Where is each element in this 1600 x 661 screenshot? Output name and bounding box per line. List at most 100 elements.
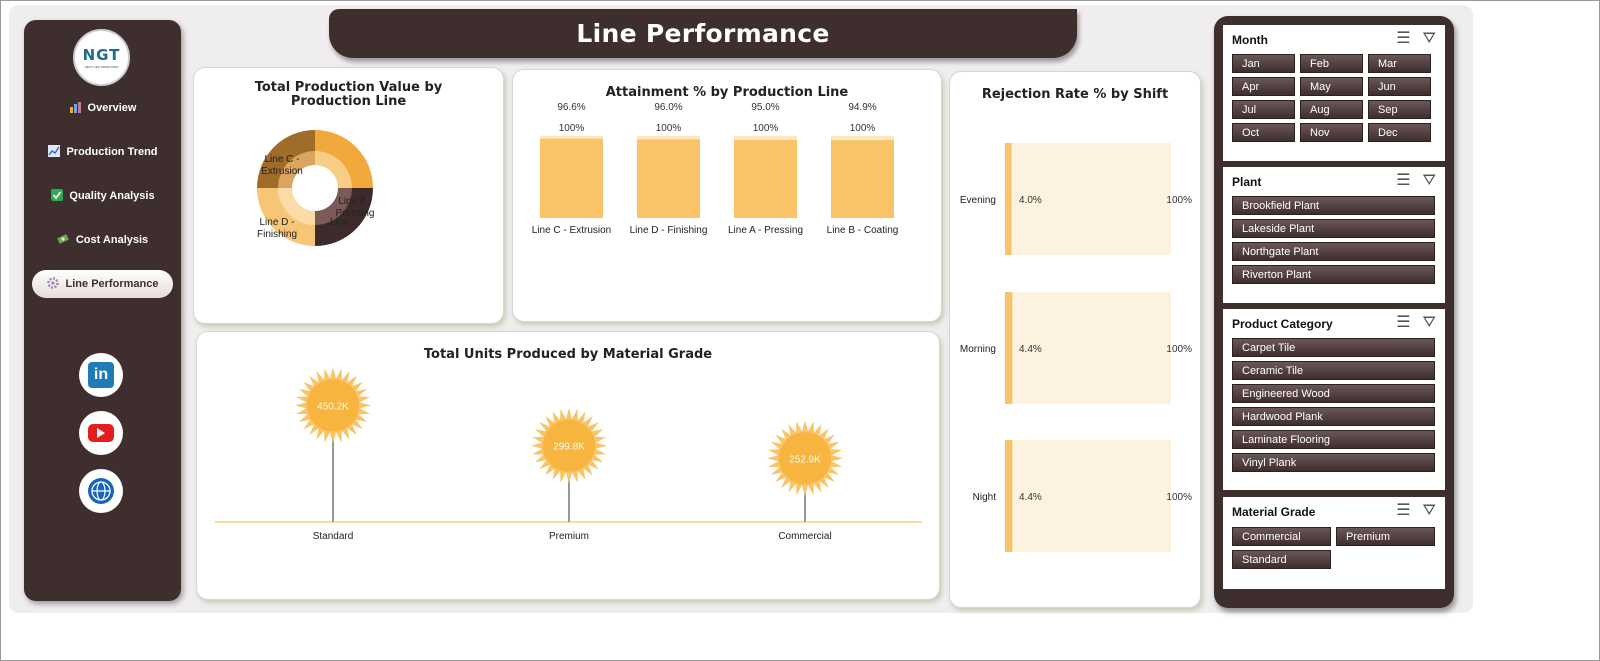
target-value-label: 100% bbox=[753, 123, 779, 134]
slicer-chip[interactable]: Commercial bbox=[1232, 527, 1331, 546]
attainment-value-label: 95.0% bbox=[751, 102, 779, 113]
attainment-bar bbox=[831, 140, 894, 218]
attainment-value-label: 96.0% bbox=[654, 102, 682, 113]
clear-filter-icon[interactable]: ⛛ bbox=[1423, 31, 1436, 47]
slicer-chip[interactable]: Standard bbox=[1232, 550, 1331, 569]
sidebar: NGT NEXT GEN TEMPLATES Overview Producti… bbox=[24, 20, 181, 601]
material-tick-label: Commercial bbox=[778, 531, 831, 542]
youtube-icon bbox=[88, 424, 114, 442]
bar-chart-icon bbox=[69, 101, 82, 116]
rejection-value-label: 4.4% bbox=[1019, 492, 1042, 503]
donut-label: Line D -Finishing bbox=[257, 217, 297, 240]
slicer-chip[interactable]: Jun bbox=[1368, 77, 1431, 96]
slicer-chip[interactable]: Brookfield Plant bbox=[1232, 196, 1435, 215]
attainment-bar bbox=[540, 138, 603, 218]
slicer-month: Month ☰ ⛛ Jan Feb Mar Apr May Jun Jul Aug Sep Oct N… bbox=[1223, 25, 1445, 161]
shift-tick-label: Night bbox=[973, 492, 997, 503]
units-value-label: 299.8K bbox=[553, 442, 585, 453]
attainment-card: Attainment % by Production Line 96.6% 100… bbox=[512, 69, 942, 322]
target-value-label: 100% bbox=[656, 123, 682, 134]
logo-subtext: NEXT GEN TEMPLATES bbox=[84, 65, 119, 69]
slicer-chip[interactable]: Nov bbox=[1300, 123, 1363, 142]
rejection-bar bbox=[1005, 292, 1013, 404]
donut-chart: Line A -PressingLine ... Line D -Finishin… bbox=[257, 130, 375, 246]
globe-icon bbox=[88, 478, 114, 504]
nav-item-production-trend[interactable]: Production Trend bbox=[32, 138, 173, 166]
logo: NGT NEXT GEN TEMPLATES bbox=[73, 29, 130, 86]
category-tick-label: Line B - Coating bbox=[827, 225, 899, 236]
attainment-value-label: 96.6% bbox=[557, 102, 585, 113]
nav-label: Overview bbox=[87, 102, 137, 114]
slicer-chip[interactable]: Hardwood Plank bbox=[1232, 407, 1435, 426]
target-value-label: 100% bbox=[1166, 344, 1192, 355]
linkedin-button[interactable]: in bbox=[79, 353, 123, 397]
youtube-button[interactable] bbox=[79, 411, 123, 455]
slicer-product-category: Product Category ☰ ⛛ Carpet Tile Ceramic T… bbox=[1223, 309, 1445, 490]
rejection-card: Rejection Rate % by Shift Evening 4.0% 100… bbox=[949, 71, 1201, 608]
donut-label: Line A -Pressing bbox=[336, 196, 375, 219]
slicer-chip[interactable]: Carpet Tile bbox=[1232, 338, 1435, 357]
multi-select-icon[interactable]: ☰ bbox=[1396, 31, 1410, 47]
attainment-bar bbox=[734, 140, 797, 218]
clear-filter-icon[interactable]: ⛛ bbox=[1423, 503, 1436, 519]
slicer-chip[interactable]: Engineered Wood bbox=[1232, 384, 1435, 403]
logo-text: NGT bbox=[82, 46, 121, 64]
units-value-label: 252.9K bbox=[789, 454, 821, 465]
nav-item-line-performance[interactable]: Line Performance bbox=[32, 270, 173, 298]
slicer-chip[interactable]: May bbox=[1300, 77, 1363, 96]
nav-label: Cost Analysis bbox=[75, 234, 149, 246]
rejection-chart: Evening 4.0% 100% Morning 4.4% 100% Night 4.4% 1… bbox=[960, 143, 1192, 552]
slicer-chip[interactable]: Vinyl Plank bbox=[1232, 453, 1435, 472]
clear-filter-icon[interactable]: ⛛ bbox=[1423, 173, 1436, 189]
linkedin-icon: in bbox=[88, 362, 114, 388]
slicer-chip[interactable]: Premium bbox=[1336, 527, 1435, 546]
slicer-chip[interactable]: Apr bbox=[1232, 77, 1295, 96]
slicer-chip[interactable]: Northgate Plant bbox=[1232, 242, 1435, 261]
slicer-chip[interactable]: Mar bbox=[1368, 54, 1431, 73]
target-value-label: 100% bbox=[1166, 195, 1192, 206]
slicer-chip[interactable]: Oct bbox=[1232, 123, 1295, 142]
checkmark-icon bbox=[50, 188, 63, 204]
slicer-material-grade: Material Grade ☰ ⛛ Commercial Premium Stand… bbox=[1223, 497, 1445, 589]
nav-label: Production Trend bbox=[66, 146, 158, 158]
units-value-label: 450.2K bbox=[317, 401, 349, 412]
slicer-chip[interactable]: Jul bbox=[1232, 100, 1295, 119]
trend-chart-icon bbox=[47, 144, 60, 160]
material-tick-label: Standard bbox=[313, 531, 354, 542]
slicer-chip[interactable]: Riverton Plant bbox=[1232, 265, 1435, 284]
production-value-card: Total Production Value by Production Lin… bbox=[193, 67, 504, 324]
slicer-header: Month bbox=[1232, 33, 1268, 47]
category-tick-label: Line A - Pressing bbox=[728, 225, 803, 236]
nav-item-cost-analysis[interactable]: Cost Analysis bbox=[32, 226, 173, 254]
category-tick-label: Line D - Finishing bbox=[630, 225, 708, 236]
page-title: Line Performance bbox=[576, 19, 830, 48]
slicer-chip[interactable]: Aug bbox=[1300, 100, 1363, 119]
rejection-bar bbox=[1005, 143, 1012, 255]
title-banner: Line Performance bbox=[329, 9, 1077, 58]
slicer-chip[interactable]: Ceramic Tile bbox=[1232, 361, 1435, 380]
units-chart: 450.2K Standard 299.8K Premium 252.9K Commerc… bbox=[215, 367, 922, 542]
slicer-header: Material Grade bbox=[1232, 505, 1316, 519]
multi-select-icon[interactable]: ☰ bbox=[1396, 173, 1410, 189]
clear-filter-icon[interactable]: ⛛ bbox=[1423, 315, 1436, 331]
slicer-chip[interactable]: Feb bbox=[1300, 54, 1363, 73]
multi-select-icon[interactable]: ☰ bbox=[1396, 315, 1410, 331]
attainment-chart: 96.6% 100% Line C - Extrusion 96.0% 100% Line… bbox=[532, 102, 899, 236]
donut-label: Line ... bbox=[330, 217, 360, 228]
shift-tick-label: Evening bbox=[960, 195, 996, 206]
website-button[interactable] bbox=[79, 469, 123, 513]
slicer-chip[interactable]: Dec bbox=[1368, 123, 1431, 142]
target-value-label: 100% bbox=[850, 123, 876, 134]
slicer-chip[interactable]: Laminate Flooring bbox=[1232, 430, 1435, 449]
money-icon bbox=[57, 233, 70, 248]
slicer-chip[interactable]: Sep bbox=[1368, 100, 1431, 119]
multi-select-icon[interactable]: ☰ bbox=[1396, 503, 1410, 519]
category-tick-label: Line C - Extrusion bbox=[532, 225, 611, 236]
slicer-plant: Plant ☰ ⛛ Brookfield Plant Lakeside Plant N… bbox=[1223, 167, 1445, 303]
nav-item-overview[interactable]: Overview bbox=[32, 94, 173, 122]
attainment-bar bbox=[637, 139, 700, 218]
slicer-chip[interactable]: Lakeside Plant bbox=[1232, 219, 1435, 238]
nav-item-quality-analysis[interactable]: Quality Analysis bbox=[32, 182, 173, 210]
slicer-chip[interactable]: Jan bbox=[1232, 54, 1295, 73]
slicer-header: Plant bbox=[1232, 175, 1262, 189]
